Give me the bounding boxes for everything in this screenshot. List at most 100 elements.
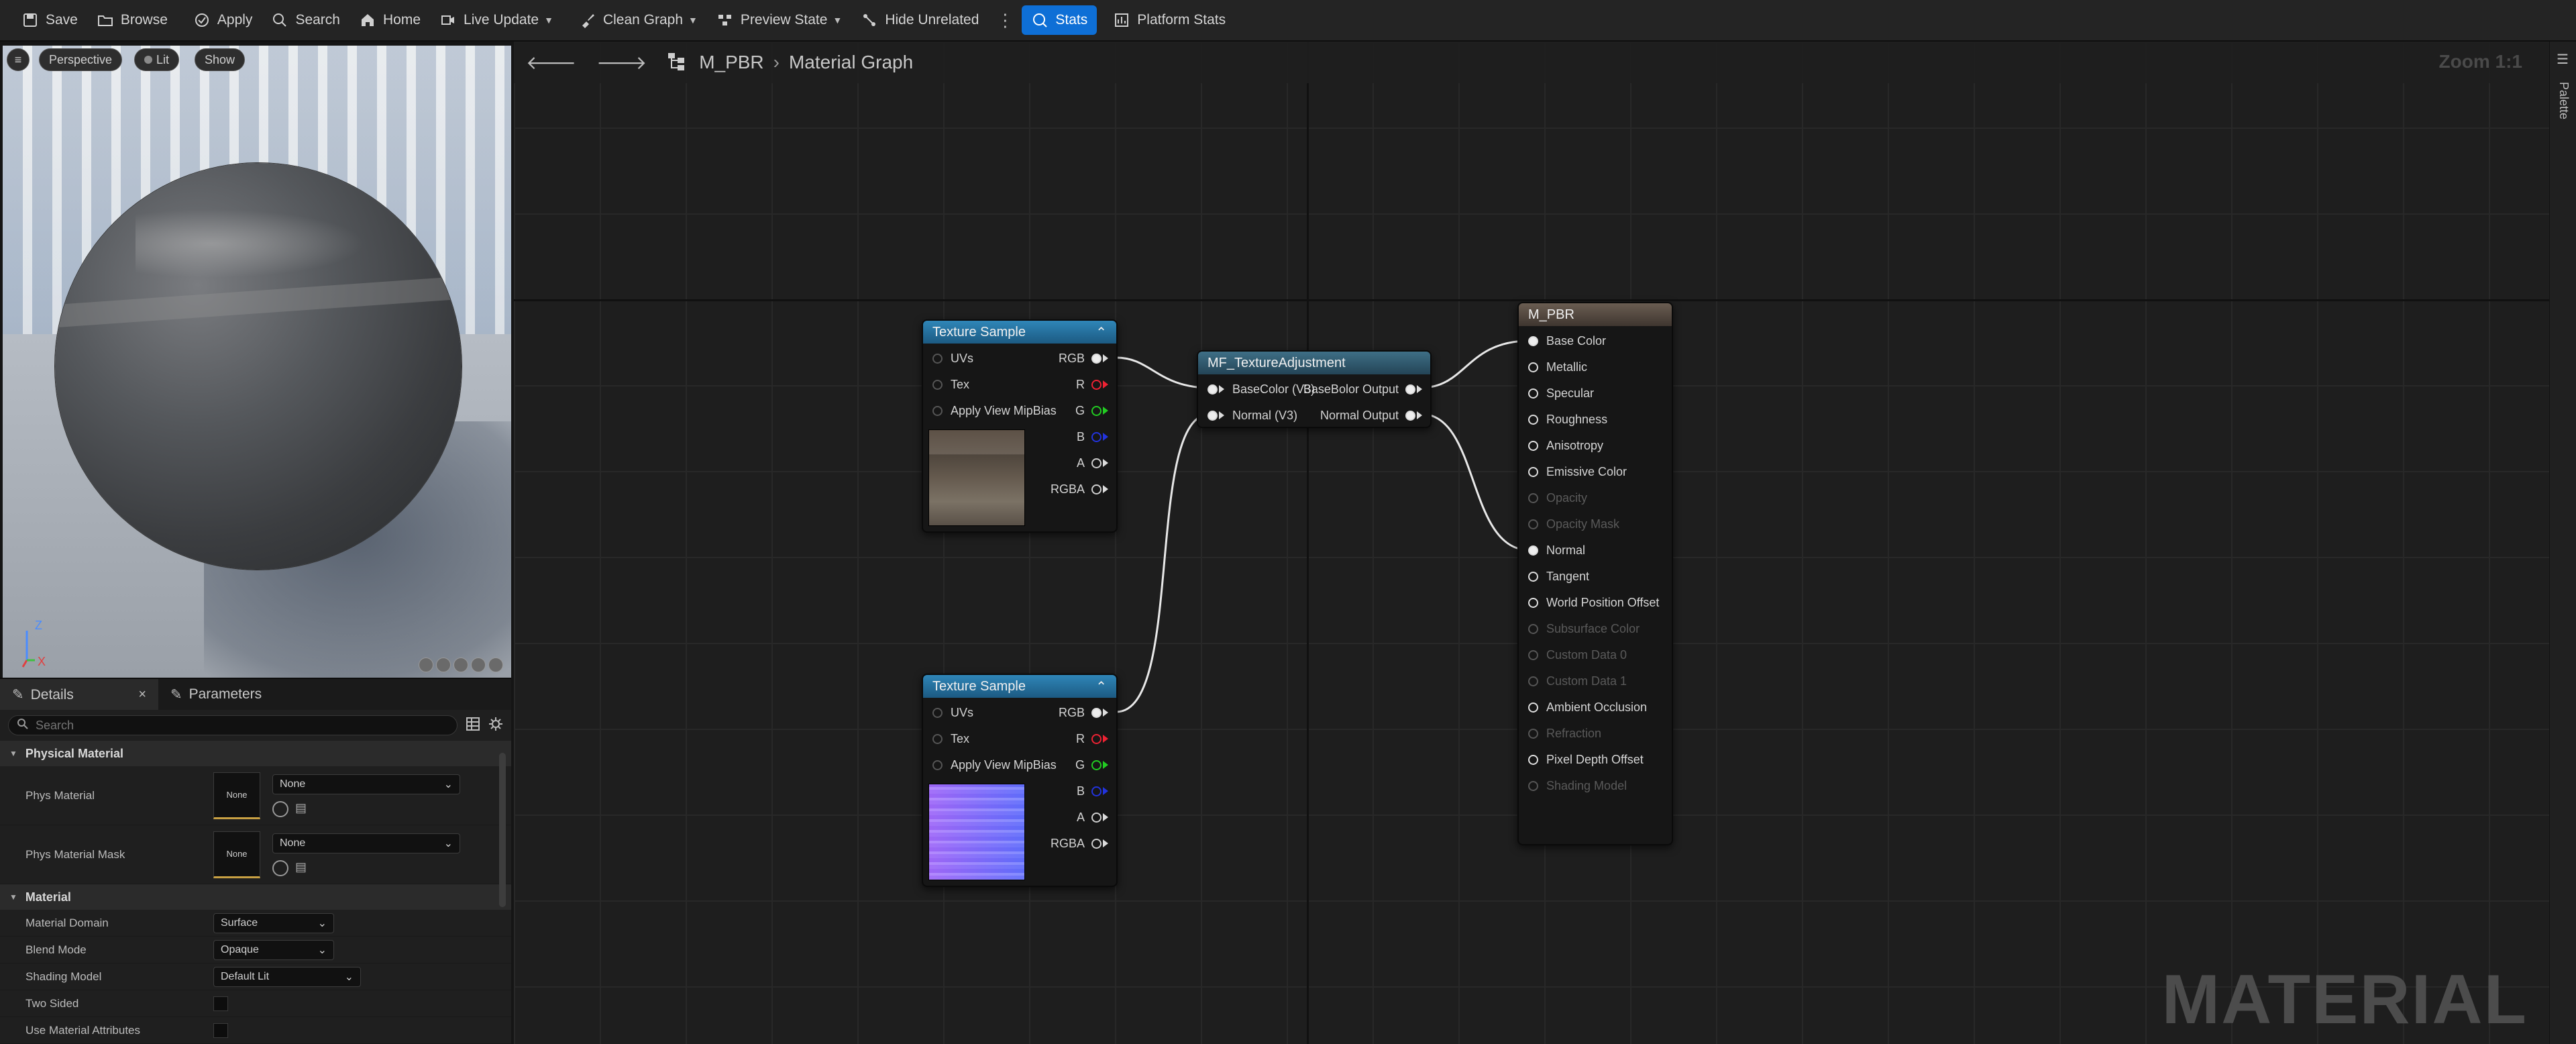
details-search-input[interactable] <box>36 718 438 733</box>
preview-viewport[interactable]: ≡ Perspective Lit Show Z X <box>3 46 511 678</box>
shading-model-combo[interactable]: Default Lit ⌄ <box>213 966 361 987</box>
category-physical-material[interactable]: ▼ Physical Material <box>0 741 511 766</box>
use-selected-icon[interactable] <box>272 800 288 817</box>
phys-material-mask-thumbnail[interactable]: None <box>213 831 260 878</box>
show-button[interactable]: Show <box>195 48 246 71</box>
material-input-pin[interactable]: Opacity <box>1528 486 1587 510</box>
material-input-pin[interactable]: Refraction <box>1528 721 1601 745</box>
table-view-icon[interactable] <box>466 717 480 735</box>
material-graph-canvas[interactable]: 🡐 🡒 M_PBR › Material Graph Zoom 1:1 Text… <box>514 42 2576 1044</box>
phys-material-combo[interactable]: None ⌄ <box>272 774 460 794</box>
apply-button[interactable]: Apply <box>184 5 262 35</box>
search-button[interactable]: Search <box>262 5 350 35</box>
sphere-preview-icon[interactable] <box>436 658 451 672</box>
pin-out-g[interactable]: G <box>1075 753 1108 777</box>
cylinder-preview-icon[interactable] <box>419 658 433 672</box>
category-material[interactable]: ▼ Material <box>0 884 511 910</box>
material-input-pin[interactable]: Subsurface Color <box>1528 617 1640 641</box>
pin-in-normal[interactable]: Normal (V3) <box>1208 403 1297 427</box>
material-input-pin[interactable]: Metallic <box>1528 355 1587 379</box>
material-input-pin[interactable]: Specular <box>1528 381 1594 405</box>
lit-button[interactable]: Lit <box>134 48 180 71</box>
pin-out-a[interactable]: A <box>1077 805 1108 829</box>
clean-graph-dropdown[interactable]: Clean Graph ▼ <box>570 5 707 35</box>
node-header[interactable]: MF_TextureAdjustment <box>1198 352 1430 374</box>
pin-out-basecolor[interactable]: BaseBolor Output <box>1303 377 1422 401</box>
collapse-icon[interactable]: ⌃ <box>1095 324 1107 341</box>
plane-preview-icon[interactable] <box>453 658 468 672</box>
phys-material-mask-combo[interactable]: None ⌄ <box>272 833 460 853</box>
pin-in-basecolor[interactable]: BaseColor (V3) <box>1208 377 1315 401</box>
material-input-pin[interactable]: Pixel Depth Offset <box>1528 747 1644 772</box>
blend-mode-combo[interactable]: Opaque ⌄ <box>213 939 334 960</box>
live-update-dropdown[interactable]: Live Update ▼ <box>430 5 563 35</box>
material-result-node[interactable]: M_PBR Base Color Metallic Specular Roughnes… <box>1517 302 1673 845</box>
use-selected-icon[interactable] <box>272 859 288 876</box>
pin-tex[interactable]: Tex <box>932 372 969 397</box>
browse-button[interactable]: Browse <box>87 5 177 35</box>
pin-out-r[interactable]: R <box>1076 372 1108 397</box>
viewport-menu-button[interactable]: ≡ <box>7 48 30 71</box>
pin-mipbias[interactable]: Apply View MipBias <box>932 399 1057 423</box>
pin-out-b[interactable]: B <box>1077 779 1108 803</box>
texture-sample-node[interactable]: Texture Sample ⌃ UVs Tex Apply View MipBi… <box>922 319 1118 533</box>
material-input-pin[interactable]: Ambient Occlusion <box>1528 695 1647 719</box>
pin-tex[interactable]: Tex <box>932 727 969 751</box>
perspective-button[interactable]: Perspective <box>39 48 123 71</box>
material-input-pin[interactable]: Normal <box>1528 538 1585 562</box>
pin-arrow-icon <box>1103 735 1108 743</box>
pin-mipbias[interactable]: Apply View MipBias <box>932 753 1057 777</box>
pin-out-rgb[interactable]: RGB <box>1059 700 1108 725</box>
home-button[interactable]: Home <box>350 5 430 35</box>
pin-out-normal[interactable]: Normal Output <box>1320 403 1422 427</box>
material-input-pin[interactable]: Base Color <box>1528 329 1606 353</box>
pin-out-rgba[interactable]: RGBA <box>1051 831 1108 855</box>
hide-unrelated-button[interactable]: Hide Unrelated <box>851 5 988 35</box>
save-button[interactable]: Save <box>12 5 87 35</box>
platform-stats-button[interactable]: Platform Stats <box>1104 5 1235 35</box>
browse-asset-icon[interactable]: ▤ <box>295 801 307 817</box>
pin-out-b[interactable]: B <box>1077 425 1108 449</box>
pin-out-rgb[interactable]: RGB <box>1059 346 1108 370</box>
more-options-icon[interactable]: ⋮ <box>988 10 1022 31</box>
browse-asset-icon[interactable]: ▤ <box>295 860 307 876</box>
material-input-pin[interactable]: World Position Offset <box>1528 590 1659 615</box>
material-input-pin[interactable]: Custom Data 1 <box>1528 669 1627 693</box>
pin-out-rgba[interactable]: RGBA <box>1051 477 1108 501</box>
stats-button[interactable]: Stats <box>1022 5 1097 35</box>
two-sided-checkbox[interactable] <box>213 996 228 1011</box>
pin-out-r[interactable]: R <box>1076 727 1108 751</box>
settings-gear-icon[interactable] <box>488 717 503 735</box>
material-domain-combo[interactable]: Surface ⌄ <box>213 912 334 933</box>
collapse-icon[interactable]: ⌃ <box>1095 678 1107 695</box>
node-header[interactable]: Texture Sample ⌃ <box>923 321 1116 344</box>
tab-parameters[interactable]: ✎ Parameters <box>158 679 274 710</box>
cube-preview-icon[interactable] <box>471 658 486 672</box>
node-header[interactable]: M_PBR <box>1519 303 1672 326</box>
texture-sample-node[interactable]: Texture Sample ⌃ UVs Tex Apply View MipBi… <box>922 674 1118 887</box>
material-function-node[interactable]: MF_TextureAdjustment BaseColor (V3) Norm… <box>1197 350 1432 428</box>
output-pin-icon <box>1091 405 1102 416</box>
material-input-pin[interactable]: Emissive Color <box>1528 460 1627 484</box>
use-material-attributes-checkbox[interactable] <box>213 1023 228 1038</box>
material-input-pin[interactable]: Custom Data 0 <box>1528 643 1627 667</box>
close-icon[interactable]: × <box>138 687 146 702</box>
mesh-preview-icon[interactable] <box>488 658 503 672</box>
node-header[interactable]: Texture Sample ⌃ <box>923 675 1116 698</box>
details-search-row <box>0 710 511 741</box>
pin-uvs[interactable]: UVs <box>932 346 973 370</box>
material-input-pin[interactable]: Roughness <box>1528 407 1607 431</box>
pin-uvs[interactable]: UVs <box>932 700 973 725</box>
tab-details[interactable]: ✎ Details × <box>0 679 158 710</box>
material-input-pin[interactable]: Anisotropy <box>1528 433 1603 458</box>
preview-state-dropdown[interactable]: Preview State ▼ <box>707 5 851 35</box>
details-scrollbar[interactable] <box>499 753 506 907</box>
material-input-pin[interactable]: Tangent <box>1528 564 1589 588</box>
material-input-pin[interactable]: Shading Model <box>1528 774 1627 798</box>
pin-out-a[interactable]: A <box>1077 451 1108 475</box>
palette-side-tab[interactable]: ☰ Palette <box>2549 42 2576 1044</box>
phys-material-thumbnail[interactable]: None <box>213 772 260 819</box>
pin-out-g[interactable]: G <box>1075 399 1108 423</box>
details-search-box[interactable] <box>8 715 458 735</box>
material-input-pin[interactable]: Opacity Mask <box>1528 512 1619 536</box>
